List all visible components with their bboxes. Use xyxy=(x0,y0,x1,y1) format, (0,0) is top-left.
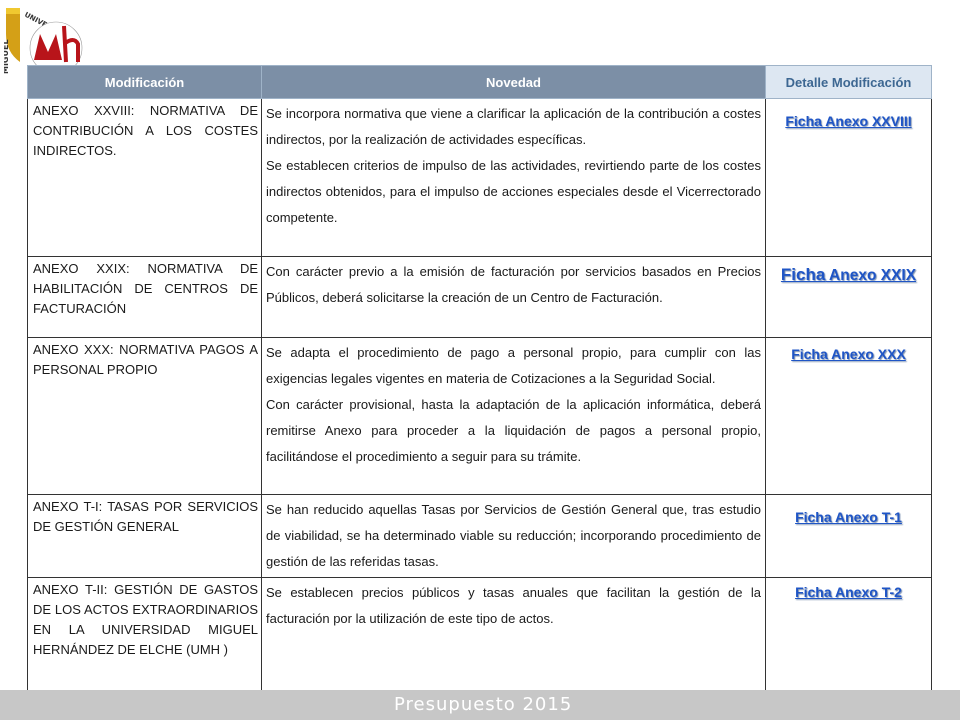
novedad-cell: Con carácter previo a la emisión de fact… xyxy=(261,256,766,338)
ficha-link-xxx[interactable]: Ficha Anexo XXX xyxy=(791,346,906,362)
novedad-paragraph: Se incorpora normativa que viene a clari… xyxy=(266,106,761,147)
table-row: ANEXO T-I: TASAS POR SERVICIOS DE GESTIÓ… xyxy=(27,494,932,578)
footer-title: Presupuesto 2015 xyxy=(394,694,573,715)
table-row: ANEXO XXVIII: NORMATIVA DE CONTRIBUCIÓN … xyxy=(27,98,932,257)
novedad-paragraph: Con carácter previo a la emisión de fact… xyxy=(266,264,761,305)
header-modificacion: Modificación xyxy=(27,65,262,99)
ficha-link-t1[interactable]: Ficha Anexo T-1 xyxy=(795,509,902,525)
modificacion-cell: ANEXO XXVIII: NORMATIVA DE CONTRIBUCIÓN … xyxy=(27,98,262,257)
novedad-paragraph: Se adapta el procedimiento de pago a per… xyxy=(266,345,761,386)
table-row: ANEXO T-II: GESTIÓN DE GASTOS DE LOS ACT… xyxy=(27,577,932,701)
detalle-cell: Ficha Anexo XXVIII xyxy=(765,98,932,257)
novedad-cell: Se adapta el procedimiento de pago a per… xyxy=(261,337,766,495)
novedad-paragraph: Se establecen criterios de impulso de la… xyxy=(266,158,761,225)
table-row: ANEXO XXIX: NORMATIVA DE HABILITACIÓN DE… xyxy=(27,256,932,338)
table-row: ANEXO XXX: NORMATIVA PAGOS A PERSONAL PR… xyxy=(27,337,932,495)
novedad-cell: Se establecen precios públicos y tasas a… xyxy=(261,577,766,701)
novedad-cell: Se incorpora normativa que viene a clari… xyxy=(261,98,766,257)
modificacion-cell: ANEXO T-I: TASAS POR SERVICIOS DE GESTIÓ… xyxy=(27,494,262,578)
header-detalle: Detalle Modificación xyxy=(765,65,932,99)
ficha-link-xxix[interactable]: Ficha Anexo XXIX xyxy=(780,265,917,284)
svg-text:MIGUEL: MIGUEL xyxy=(4,39,10,74)
detalle-cell: Ficha Anexo XXX xyxy=(765,337,932,495)
ficha-link-t2[interactable]: Ficha Anexo T-2 xyxy=(795,584,902,600)
novedad-paragraph: Se han reducido aquellas Tasas por Servi… xyxy=(266,502,761,569)
table-header-row: Modificación Novedad Detalle Modificació… xyxy=(27,65,932,99)
novedad-cell: Se han reducido aquellas Tasas por Servi… xyxy=(261,494,766,578)
ficha-link-lead: Ficha xyxy=(780,265,826,284)
modifications-table: Modificación Novedad Detalle Modificació… xyxy=(27,65,932,701)
ficha-link-xxviii[interactable]: Ficha Anexo XXVIII xyxy=(785,113,911,129)
detalle-cell: Ficha Anexo XXIX xyxy=(765,256,932,338)
detalle-cell: Ficha Anexo T-2 xyxy=(765,577,932,701)
modificacion-cell: ANEXO XXIX: NORMATIVA DE HABILITACIÓN DE… xyxy=(27,256,262,338)
modificacion-cell: ANEXO T-II: GESTIÓN DE GASTOS DE LOS ACT… xyxy=(27,577,262,701)
header-novedad: Novedad xyxy=(261,65,766,99)
modificacion-cell: ANEXO XXX: NORMATIVA PAGOS A PERSONAL PR… xyxy=(27,337,262,495)
ficha-link-rest: Anexo XXIX xyxy=(825,267,917,284)
detalle-cell: Ficha Anexo T-1 xyxy=(765,494,932,578)
novedad-paragraph: Con carácter provisional, hasta la adapt… xyxy=(266,397,761,464)
novedad-paragraph: Se establecen precios públicos y tasas a… xyxy=(266,585,761,626)
